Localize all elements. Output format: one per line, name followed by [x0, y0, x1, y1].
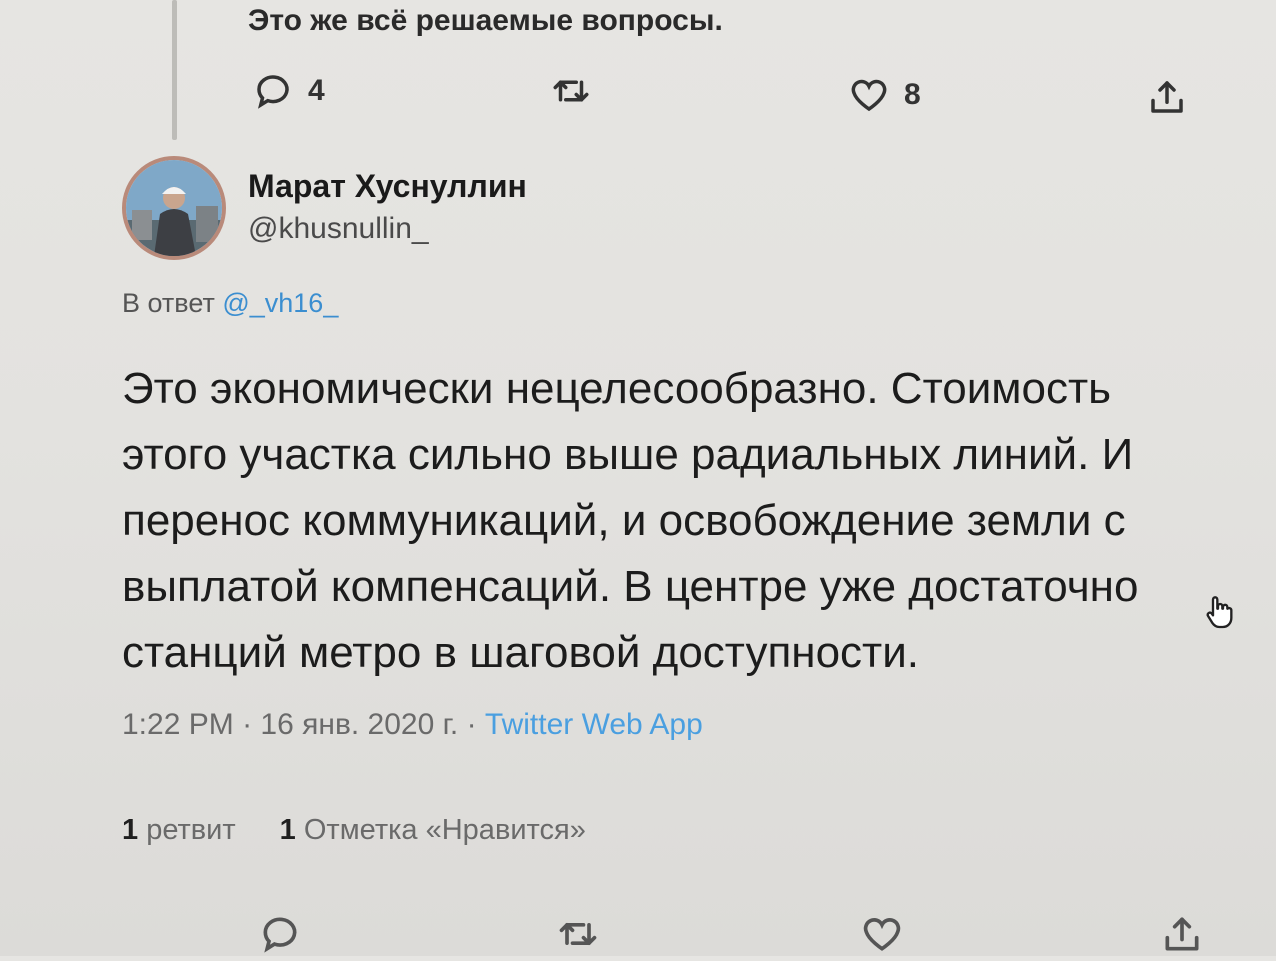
meta-separator: ·: [466, 708, 477, 741]
tweet-text-line: перенос коммуникаций, и освобождение зем…: [122, 496, 1126, 545]
retweets-count: 1: [122, 814, 139, 846]
reply-to-label: В ответ: [122, 288, 215, 318]
likes-count: 1: [279, 814, 296, 846]
heart-icon: [863, 918, 901, 951]
share-icon: [1165, 917, 1199, 951]
like-count: 8: [904, 78, 921, 111]
retweets-label: ретвит: [146, 814, 236, 846]
share-button[interactable]: [1146, 76, 1188, 118]
meta-separator: ·: [242, 708, 253, 741]
like-button[interactable]: 8: [848, 74, 921, 116]
reply-button[interactable]: 4: [252, 70, 325, 112]
reply-mention-link[interactable]: @_vh16_: [222, 288, 338, 318]
share-icon: [1151, 81, 1183, 113]
retweet-button[interactable]: [550, 70, 592, 112]
main-retweet-button[interactable]: [556, 912, 600, 961]
main-share-button[interactable]: [1160, 912, 1204, 961]
main-like-button[interactable]: [860, 912, 904, 961]
tweet-stats: 1 ретвит 1 Отметка «Нравится»: [122, 814, 586, 847]
hand-cursor-icon: [1206, 596, 1233, 629]
tweet-text: Это экономически нецелесообразно. Стоимо…: [122, 356, 1262, 686]
thread-connector-line: [172, 0, 177, 140]
retweet-icon: [559, 923, 597, 945]
tweet-text-line: выплатой компенсаций. В центре уже доста…: [122, 562, 1139, 611]
tweet-source-link[interactable]: Twitter Web App: [485, 708, 703, 741]
retweets-stat[interactable]: 1 ретвит: [122, 814, 236, 847]
author-name[interactable]: Марат Хуснуллин: [248, 168, 527, 205]
reply-icon: [263, 917, 297, 953]
main-reply-button[interactable]: [258, 912, 302, 961]
reply-count: 4: [308, 74, 325, 107]
avatar[interactable]: [122, 156, 226, 260]
tweet-text-line: Это экономически нецелесообразно. Стоимо…: [122, 364, 1112, 413]
avatar-photo: [126, 160, 222, 256]
tweet-date[interactable]: 16 янв. 2020 г.: [260, 708, 458, 741]
tweet-time[interactable]: 1:22 PM: [122, 708, 234, 741]
reply-icon: [257, 75, 289, 109]
likes-stat[interactable]: 1 Отметка «Нравится»: [280, 814, 586, 847]
tweet-text-line: этого участка сильно выше радиальных лин…: [122, 430, 1134, 479]
tweet-text-line: станций метро в шаговой доступности.: [122, 628, 920, 677]
author-handle[interactable]: @khusnullin_: [248, 212, 429, 246]
retweet-icon: [553, 80, 589, 102]
likes-label: Отметка «Нравится»: [303, 814, 586, 846]
reply-to-line: В ответ @_vh16_: [122, 288, 338, 319]
tweet-meta: 1:22 PM · 16 янв. 2020 г. · Twitter Web …: [122, 708, 703, 742]
previous-tweet-text: Это же всё решаемые вопросы.: [248, 4, 723, 37]
heart-icon: [851, 79, 887, 112]
